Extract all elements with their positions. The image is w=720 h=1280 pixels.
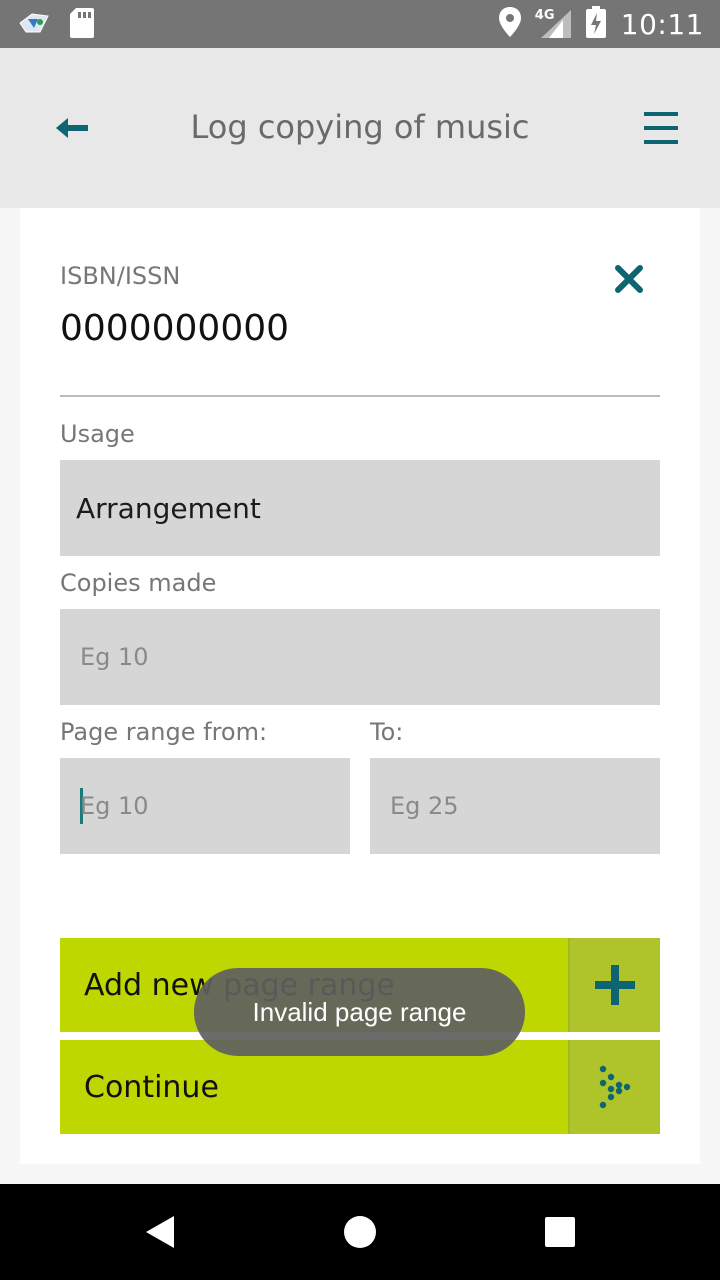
divider [60,395,660,397]
page-title: Log copying of music [190,108,530,146]
plus-icon [568,938,660,1032]
location-icon [498,7,521,41]
close-icon[interactable] [614,264,644,294]
sd-card-icon [70,8,94,42]
clock: 10:11 [620,7,704,41]
signal-icon: 4G [535,8,571,40]
hamburger-menu-icon[interactable] [642,110,680,146]
usage-selected-value: Arrangement [76,491,261,525]
isbn-value: 0000000000 [60,308,290,349]
app-notification-icon [18,10,52,40]
continue-label: Continue [84,1069,219,1105]
copies-input[interactable]: Eg 10 [60,609,660,705]
navigation-bar [0,1184,720,1280]
app-bar: Log copying of music [0,48,720,208]
nav-home-icon[interactable] [344,1216,376,1252]
dotted-arrow-icon [568,1040,660,1134]
page-from-input[interactable]: Eg 10 [60,758,350,854]
network-type-label: 4G [534,8,555,23]
copies-label: Copies made [60,569,217,597]
nav-back-icon[interactable] [144,1214,176,1254]
toast-message: Invalid page range [194,968,525,1056]
copies-placeholder: Eg 10 [80,643,149,671]
page-to-placeholder: Eg 25 [390,792,459,820]
usage-label: Usage [60,420,135,448]
page-from-label: Page range from: [60,718,268,746]
usage-select[interactable]: Arrangement [60,460,660,556]
nav-recents-icon[interactable] [545,1217,575,1251]
status-bar: 4G 10:11 [0,0,720,48]
page-from-placeholder: Eg 10 [80,792,149,820]
isbn-label: ISBN/ISSN [60,262,181,290]
page-to-input[interactable]: Eg 25 [370,758,660,854]
page-to-label: To: [370,718,404,746]
battery-charging-icon [585,6,607,42]
